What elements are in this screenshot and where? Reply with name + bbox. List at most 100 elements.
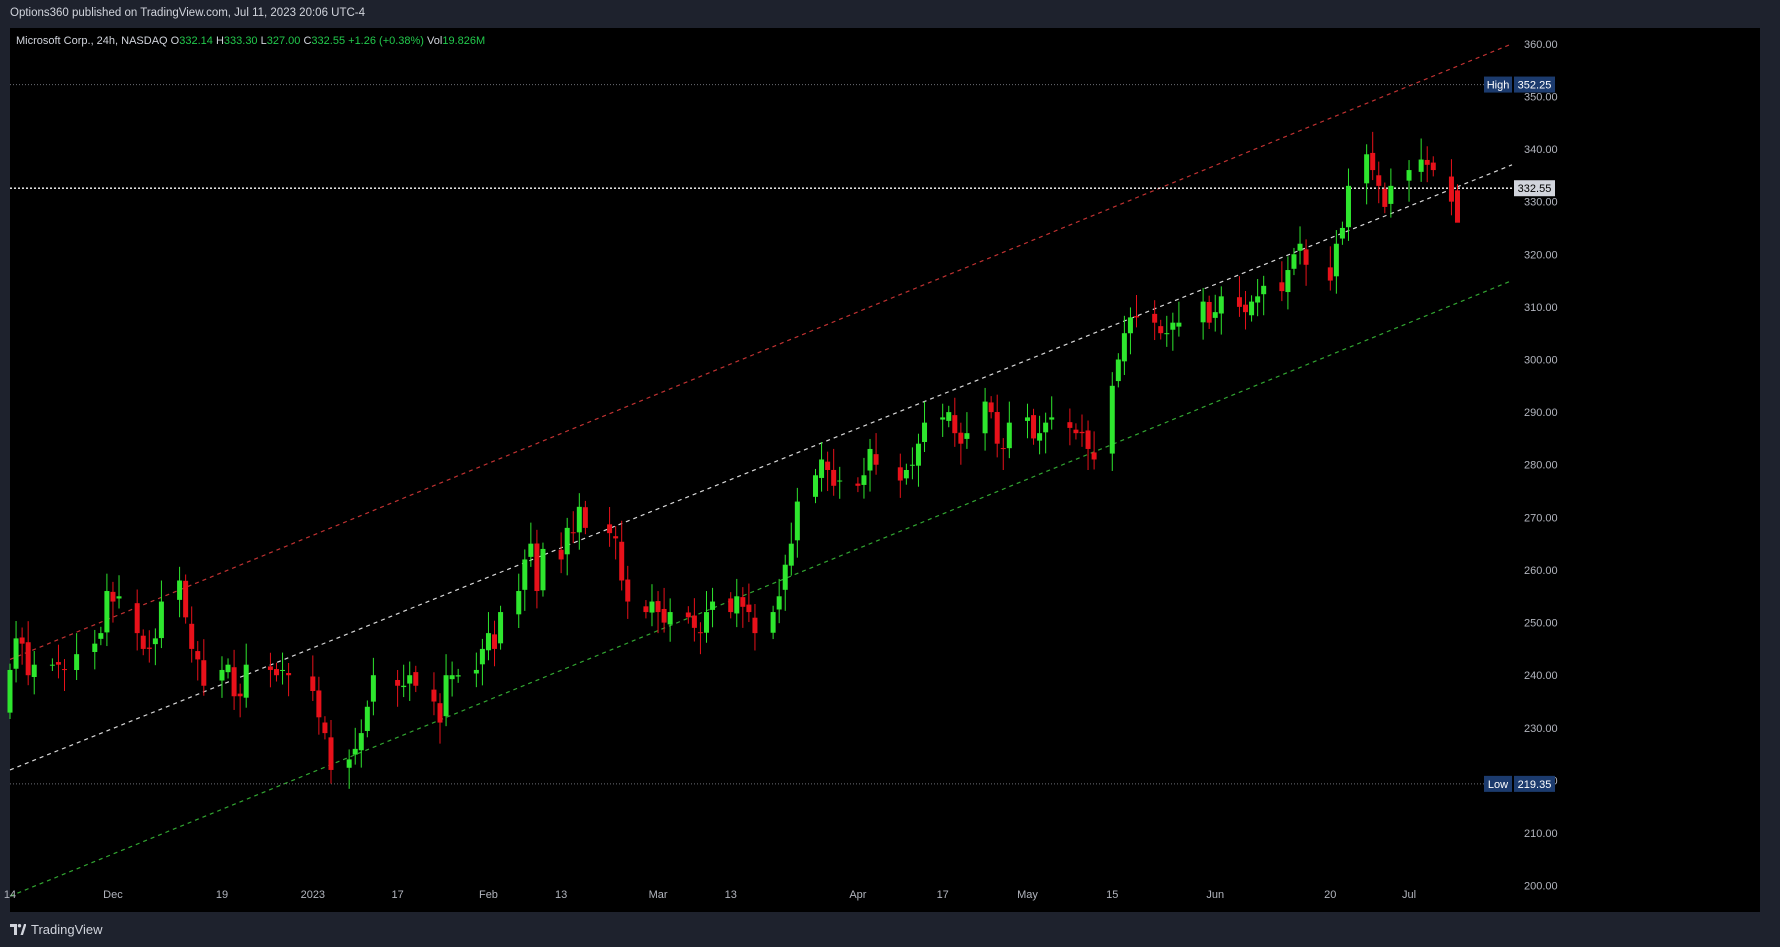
candle-body — [1291, 254, 1297, 269]
price-badges: High 352.25 Low 219.35 332.55 — [1484, 76, 1555, 792]
candle-body — [516, 591, 522, 615]
candle-body — [1448, 176, 1454, 202]
candle-body — [607, 524, 613, 534]
x-tick-label: 14 — [4, 889, 16, 901]
candle-body — [1212, 312, 1218, 318]
candle-body — [1164, 333, 1170, 335]
candle-body — [140, 635, 146, 649]
candle-body — [286, 673, 292, 676]
trend-channel — [9, 43, 1513, 897]
candle-body — [528, 543, 534, 557]
y-tick-label: 210.00 — [1524, 828, 1558, 840]
x-tick-label: 19 — [216, 889, 228, 901]
candle-body — [1000, 448, 1006, 450]
x-tick-label: 13 — [555, 889, 567, 901]
candle-body — [776, 596, 782, 610]
candle-body — [1079, 431, 1085, 434]
x-tick-label: 17 — [391, 889, 403, 901]
candle-body — [183, 580, 189, 618]
candle-body — [964, 433, 970, 439]
candle-body — [710, 601, 716, 610]
candle-body — [7, 669, 13, 713]
candle-body — [740, 597, 746, 607]
close-value: 332.55 — [311, 35, 346, 47]
upper-channel-line — [9, 43, 1513, 660]
x-tick-label: 20 — [1324, 889, 1336, 901]
x-tick-label: 13 — [725, 889, 737, 901]
candle-body — [1418, 159, 1424, 172]
y-tick-label: 280.00 — [1524, 460, 1558, 472]
candle-body — [1158, 326, 1164, 334]
candle-body — [177, 580, 183, 600]
candle-body — [237, 693, 243, 697]
candle-body — [522, 559, 528, 590]
high-value: 333.30 — [223, 35, 258, 47]
candle-body — [649, 601, 655, 613]
candle-body — [728, 598, 734, 613]
candle-body — [134, 603, 140, 634]
y-tick-label: 260.00 — [1524, 565, 1558, 577]
candle-body — [116, 596, 122, 599]
y-tick-label: 230.00 — [1524, 723, 1558, 735]
y-tick-label: 320.00 — [1524, 249, 1558, 261]
candle-body — [1006, 422, 1012, 449]
candle-body — [158, 601, 164, 639]
candle-body — [1303, 249, 1309, 265]
x-tick-label: Dec — [103, 889, 123, 901]
candle-body — [1115, 359, 1121, 382]
candle-body — [625, 579, 631, 602]
candle-body — [1170, 322, 1176, 330]
candle-body — [570, 532, 576, 534]
candle-body — [1236, 297, 1242, 307]
x-tick-label: Mar — [649, 889, 668, 901]
bottom-bar: TradingView — [0, 912, 1780, 947]
candle-body — [915, 443, 921, 466]
candle-body — [1218, 296, 1224, 314]
candle-body — [1255, 296, 1261, 303]
x-axis[interactable]: 14 Dec 19 2023 17 Feb 13 Mar 13 Apr 17 May 15 Jun 20 Ju… — [4, 889, 1416, 901]
x-tick-label: 17 — [937, 889, 949, 901]
candle-body — [1376, 175, 1382, 186]
candle-body — [940, 417, 946, 420]
y-tick-label: 200.00 — [1524, 881, 1558, 893]
candle-body — [861, 475, 867, 485]
tradingview-logo[interactable]: TradingView — [10, 922, 103, 937]
candle-body — [352, 748, 358, 755]
candle-body — [667, 612, 673, 625]
y-axis[interactable]: 200.00210.00220.00230.00240.00250.00260.… — [1524, 39, 1558, 893]
candle-body — [146, 647, 152, 649]
candle-body — [316, 690, 322, 718]
candle-body — [958, 432, 964, 444]
candle-body — [1339, 227, 1345, 239]
symbol-name: Microsoft Corp., 24h, NASDAQ — [16, 35, 168, 47]
candle-body — [473, 669, 479, 674]
candle-body — [231, 667, 237, 697]
candle-body — [1364, 154, 1370, 184]
candle-body — [395, 680, 401, 686]
candle-body — [1430, 162, 1436, 171]
candle-body — [770, 612, 776, 633]
candle-body — [1454, 190, 1460, 223]
candle-body — [280, 669, 286, 671]
candlestick-chart[interactable]: 200.00210.00220.00230.00240.00250.00260.… — [0, 0, 1780, 912]
candle-body — [189, 623, 195, 649]
candle-body — [540, 548, 546, 591]
y-tick-label: 360.00 — [1524, 39, 1558, 51]
candle-body — [1424, 159, 1430, 165]
y-tick-label: 350.00 — [1524, 91, 1558, 103]
candle-body — [831, 469, 837, 486]
last-price-text: 332.55 — [1518, 183, 1552, 195]
candle-body — [1127, 317, 1133, 334]
candle-body — [201, 660, 207, 686]
candle-body — [734, 596, 740, 614]
candle-body — [661, 608, 667, 623]
candle-body — [55, 662, 61, 665]
candle-body — [431, 689, 437, 702]
candle-body — [909, 464, 915, 466]
candle-body — [485, 633, 491, 651]
candle-body — [219, 669, 225, 681]
candle-body — [49, 664, 55, 666]
candle-body — [952, 415, 958, 434]
candle-body — [1261, 285, 1267, 295]
change-value: +1.26 (+0.38%) — [348, 35, 424, 47]
